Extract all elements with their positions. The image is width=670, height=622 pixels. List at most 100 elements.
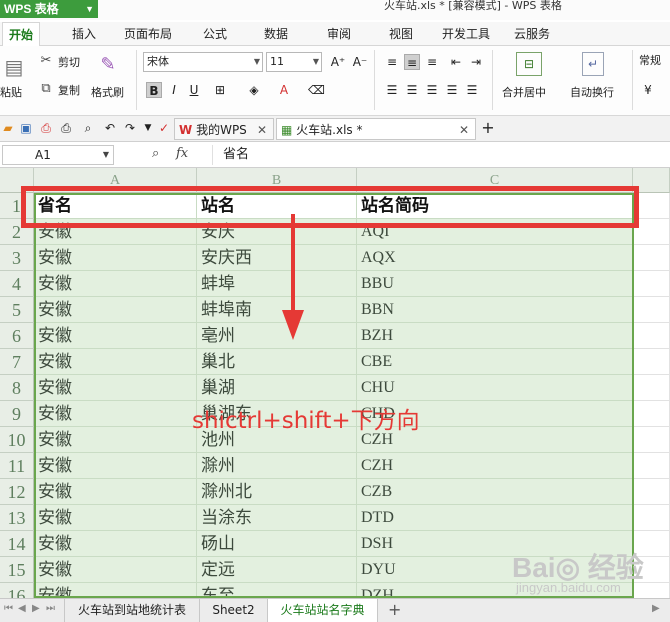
paste-icon[interactable]: ▤ (2, 54, 26, 80)
indent-icon[interactable]: ⇥ (468, 54, 484, 70)
cell-station-code[interactable]: CHU (357, 375, 633, 401)
row-header[interactable]: 15 (0, 557, 34, 583)
cell-station-code[interactable]: CZH (357, 453, 633, 479)
cell-station-code[interactable]: AQX (357, 245, 633, 271)
cell-empty[interactable] (633, 193, 670, 219)
distribute-icon[interactable]: ☰ (464, 82, 480, 98)
open-folder-icon[interactable]: ▰ (0, 120, 16, 136)
cell-empty[interactable] (633, 453, 670, 479)
cell-station-code[interactable]: BBN (357, 297, 633, 323)
align-right-icon[interactable]: ☰ (424, 82, 440, 98)
first-sheet-icon[interactable]: ⏮ (4, 603, 13, 614)
tab-insert[interactable]: 插入 (72, 22, 96, 46)
cell-province[interactable]: 安徽 (34, 349, 197, 375)
cell-empty[interactable] (633, 271, 670, 297)
cell-empty[interactable] (633, 245, 670, 271)
tab-page-layout[interactable]: 页面布局 (124, 22, 172, 46)
tab-view[interactable]: 视图 (389, 22, 413, 46)
sheet-tab-station-stats[interactable]: 火车站到站地统计表 (64, 599, 200, 622)
wrap-text-icon[interactable]: ↵ (582, 52, 604, 76)
cell-station[interactable]: 亳州 (197, 323, 357, 349)
row-header[interactable]: 8 (0, 375, 34, 401)
new-tab-icon[interactable]: + (480, 120, 496, 136)
cell-empty[interactable] (633, 401, 670, 427)
cell-station-code[interactable]: CBE (357, 349, 633, 375)
column-header-a[interactable]: A (34, 168, 197, 193)
cell-province[interactable]: 安徽 (34, 479, 197, 505)
row-header[interactable]: 6 (0, 323, 34, 349)
italic-icon[interactable]: I (166, 82, 182, 98)
column-header-d[interactable] (633, 168, 670, 193)
insert-function-button[interactable]: fx (176, 146, 188, 161)
header-cell-station[interactable]: 站名 (197, 193, 357, 219)
clear-format-icon[interactable]: ⌫ (308, 82, 325, 98)
copy-button[interactable]: 复制 (58, 82, 80, 98)
sheet-tab-station-dictionary[interactable]: 火车站站名字典 (268, 599, 378, 622)
paste-button[interactable]: 粘贴 (0, 84, 22, 100)
cut-button[interactable]: 剪切 (58, 54, 80, 70)
close-icon[interactable]: ✕ (459, 119, 469, 141)
currency-icon[interactable]: ¥ (640, 82, 656, 98)
cell-province[interactable]: 安徽 (34, 427, 197, 453)
underline-icon[interactable]: U (186, 82, 202, 98)
cell-empty[interactable] (633, 375, 670, 401)
row-header[interactable]: 13 (0, 505, 34, 531)
align-middle-icon[interactable]: ≡ (404, 54, 420, 70)
prev-sheet-icon[interactable]: ◀ (18, 603, 26, 614)
cell-station-code[interactable]: CZB (357, 479, 633, 505)
cell-province[interactable]: 安徽 (34, 583, 197, 598)
row-header[interactable]: 10 (0, 427, 34, 453)
cell-province[interactable]: 安徽 (34, 401, 197, 427)
row-header[interactable]: 7 (0, 349, 34, 375)
tab-cloud[interactable]: 云服务 (514, 22, 550, 46)
cell-station[interactable]: 巢湖 (197, 375, 357, 401)
tab-home[interactable]: 开始 (2, 22, 41, 46)
row-header[interactable]: 5 (0, 297, 34, 323)
cell-empty[interactable] (633, 349, 670, 375)
cell-empty[interactable] (633, 219, 670, 245)
cell-province[interactable]: 安徽 (34, 271, 197, 297)
close-icon[interactable]: ✕ (257, 119, 267, 141)
row-header[interactable]: 4 (0, 271, 34, 297)
chevron-down-icon[interactable]: ▼ (140, 120, 156, 136)
next-sheet-icon[interactable]: ▶ (32, 603, 40, 614)
header-cell-province[interactable]: 省名 (34, 193, 197, 219)
tab-data[interactable]: 数据 (264, 22, 288, 46)
redo-icon[interactable]: ↷ (122, 120, 138, 136)
cell-station[interactable]: 砀山 (197, 531, 357, 557)
header-cell-station-code[interactable]: 站名简码 (357, 193, 633, 219)
merge-cells-icon[interactable]: ⊟ (516, 52, 542, 76)
undo-icon[interactable]: ↶ (102, 120, 118, 136)
tab-developer[interactable]: 开发工具 (442, 22, 490, 46)
cell-province[interactable]: 安徽 (34, 505, 197, 531)
save-icon[interactable]: ▣ (18, 120, 34, 136)
cell-station[interactable]: 巢北 (197, 349, 357, 375)
row-header[interactable]: 16 (0, 583, 34, 598)
app-menu-button[interactable]: WPS 表格 ▼ (0, 0, 98, 18)
cell-empty[interactable] (633, 297, 670, 323)
number-format-select[interactable]: 常规 (636, 52, 670, 72)
last-sheet-icon[interactable]: ⏭ (46, 603, 55, 614)
cell-empty[interactable] (633, 427, 670, 453)
cell-province[interactable]: 安徽 (34, 323, 197, 349)
cell-station[interactable]: 定远 (197, 557, 357, 583)
cell-empty[interactable] (633, 323, 670, 349)
cell-province[interactable]: 安徽 (34, 245, 197, 271)
format-painter-button[interactable]: 格式刷 (91, 84, 124, 100)
font-size-select[interactable]: 11 ▼ (266, 52, 322, 72)
cell-province[interactable]: 安徽 (34, 557, 197, 583)
align-top-icon[interactable]: ≡ (384, 54, 400, 70)
scroll-right-icon[interactable]: ▶ (652, 603, 660, 614)
cell-station-code[interactable]: BZH (357, 323, 633, 349)
search-icon[interactable]: ⌕ (152, 146, 159, 161)
cell-station[interactable]: 东至 (197, 583, 357, 598)
align-bottom-icon[interactable]: ≡ (424, 54, 440, 70)
cell-province[interactable]: 安徽 (34, 297, 197, 323)
column-header-c[interactable]: C (357, 168, 633, 193)
tab-review[interactable]: 审阅 (327, 22, 351, 46)
bold-icon[interactable]: B (146, 82, 162, 98)
row-header[interactable]: 9 (0, 401, 34, 427)
doc-tab-my-wps[interactable]: W 我的WPS ✕ (174, 118, 274, 140)
cell-station[interactable]: 滁州北 (197, 479, 357, 505)
customize-icon[interactable]: ✓ (156, 120, 172, 136)
